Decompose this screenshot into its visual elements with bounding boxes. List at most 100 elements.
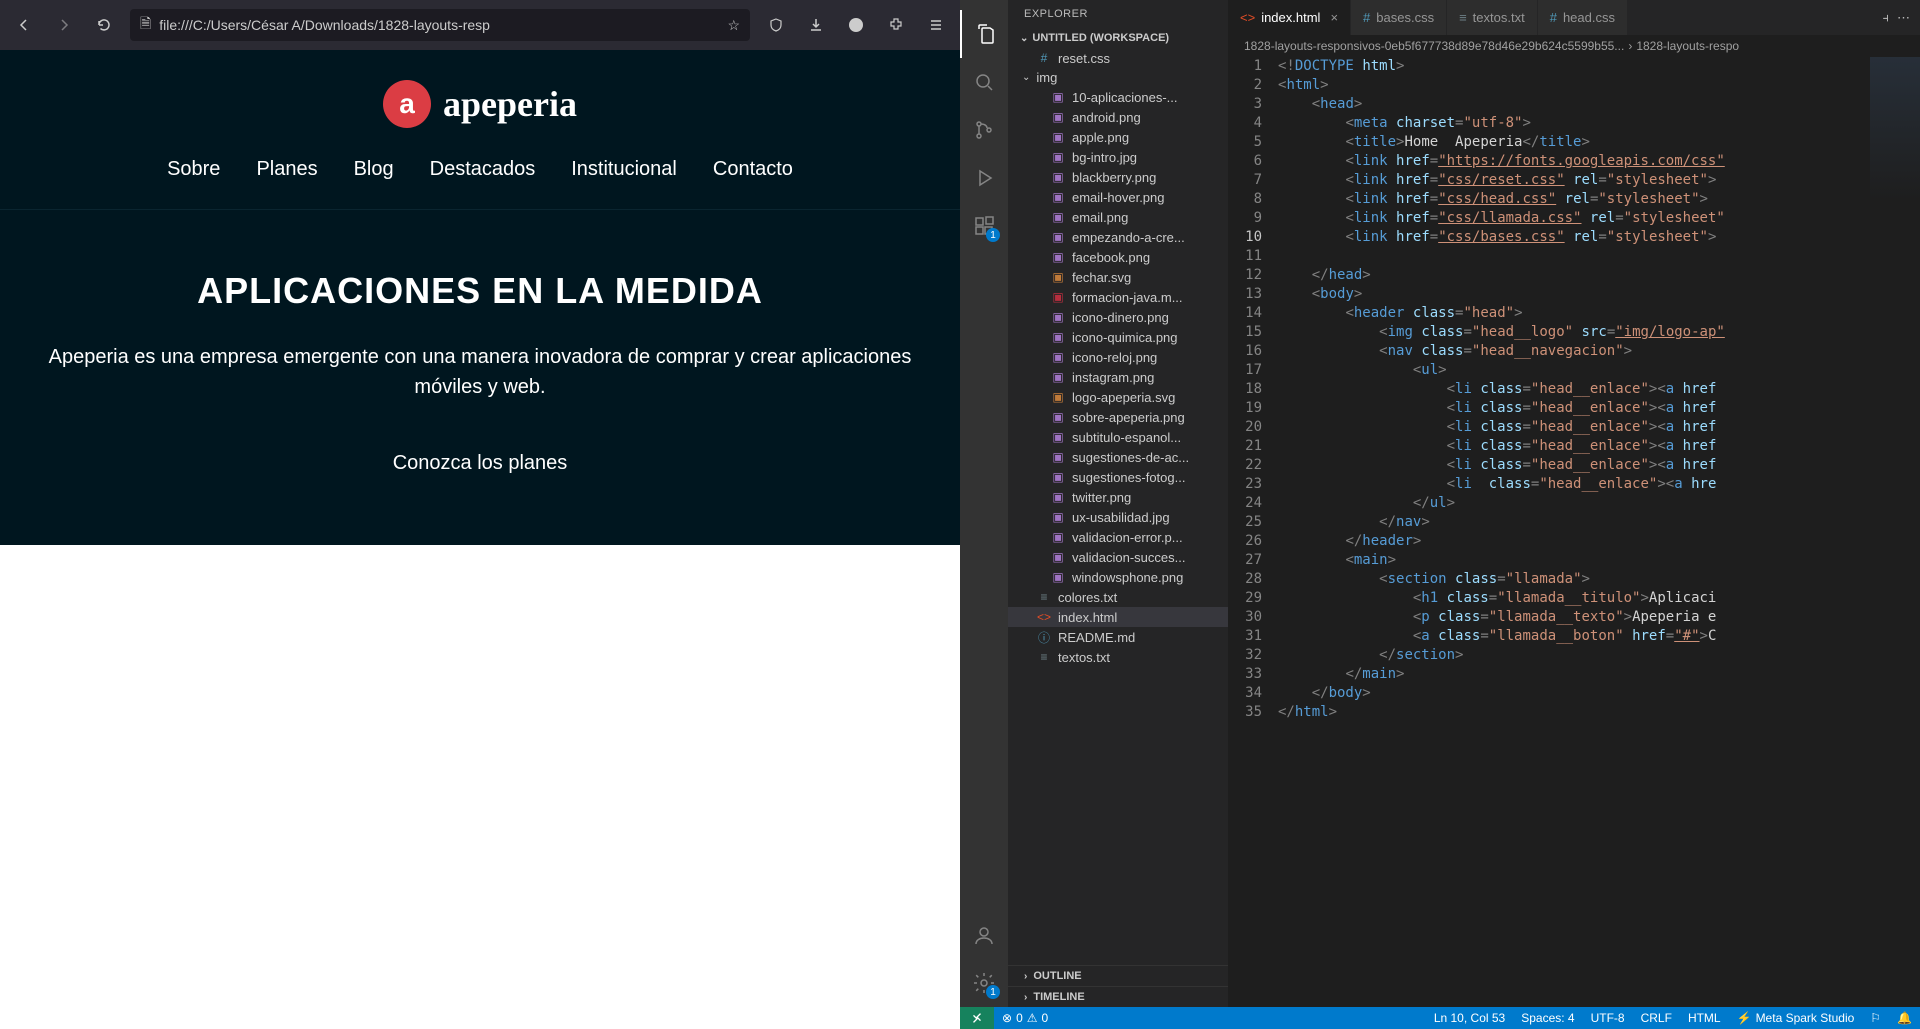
file-item[interactable]: ▣icono-reloj.png: [1008, 347, 1228, 367]
site-header: a apeperia Sobre Planes Blog Destacados …: [0, 50, 960, 209]
editor-area: <>index.html×#bases.css≡textos.txt#head.…: [1228, 0, 1920, 1007]
activity-bar: 1 1: [960, 0, 1008, 1007]
nav-link[interactable]: Planes: [256, 158, 317, 181]
file-item[interactable]: #reset.css: [1008, 48, 1228, 68]
sidebar: EXPLORER ⌄UNTITLED (WORKSPACE) #reset.cs…: [1008, 0, 1228, 1007]
folder-item[interactable]: ⌄img: [1008, 68, 1228, 87]
remote-icon[interactable]: [960, 1007, 994, 1029]
code-area[interactable]: 1234567891011121314151617181920212223242…: [1228, 57, 1920, 1007]
browser-content: a apeperia Sobre Planes Blog Destacados …: [0, 50, 960, 1029]
file-item[interactable]: ▣icono-dinero.png: [1008, 307, 1228, 327]
timeline-section[interactable]: ›TIMELINE: [1008, 986, 1228, 1007]
settings-badge: 1: [986, 985, 1000, 999]
site-nav: Sobre Planes Blog Destacados Institucion…: [0, 158, 960, 181]
explorer-icon[interactable]: [960, 10, 1008, 58]
forward-button[interactable]: [50, 11, 78, 39]
file-item[interactable]: ▣apple.png: [1008, 127, 1228, 147]
logo: a apeperia: [0, 80, 960, 128]
browser-window: 🗎 file:///C:/Users/César A/Downloads/182…: [0, 0, 960, 1029]
back-button[interactable]: [10, 11, 38, 39]
hero-title: APLICACIONES EN LA MEDIDA: [20, 270, 940, 312]
file-item[interactable]: ▣email-hover.png: [1008, 187, 1228, 207]
browser-toolbar: 🗎 file:///C:/Users/César A/Downloads/182…: [0, 0, 960, 50]
tab[interactable]: #bases.css: [1351, 0, 1447, 35]
file-item[interactable]: ▣formacion-java.m...: [1008, 287, 1228, 307]
tab[interactable]: <>index.html×: [1228, 0, 1351, 35]
workspace-header[interactable]: ⌄UNTITLED (WORKSPACE): [1008, 28, 1228, 48]
url-text: file:///C:/Users/César A/Downloads/1828-…: [159, 17, 719, 33]
file-item[interactable]: <>index.html: [1008, 607, 1228, 627]
cursor-pos[interactable]: Ln 10, Col 53: [1426, 1007, 1513, 1029]
nav-link[interactable]: Destacados: [430, 158, 536, 181]
minimap[interactable]: [1870, 57, 1920, 237]
debug-icon[interactable]: [960, 154, 1008, 202]
file-item[interactable]: ▣ux-usabilidad.jpg: [1008, 507, 1228, 527]
file-item[interactable]: ▣icono-quimica.png: [1008, 327, 1228, 347]
split-icon[interactable]: ⫞: [1883, 10, 1890, 26]
file-item[interactable]: ▣twitter.png: [1008, 487, 1228, 507]
feedback-icon[interactable]: ⚐: [1862, 1007, 1889, 1029]
breadcrumb[interactable]: 1828-layouts-responsivos-0eb5f677738d89e…: [1228, 35, 1920, 57]
account-icon[interactable]: [842, 11, 870, 39]
lang[interactable]: HTML: [1680, 1007, 1729, 1029]
file-item[interactable]: ▣blackberry.png: [1008, 167, 1228, 187]
file-item[interactable]: ▣fechar.svg: [1008, 267, 1228, 287]
indent[interactable]: Spaces: 4: [1513, 1007, 1582, 1029]
logo-mark: a: [383, 80, 431, 128]
meta-ext[interactable]: ⚡Meta Spark Studio: [1729, 1007, 1863, 1029]
file-item[interactable]: ▣windowsphone.png: [1008, 567, 1228, 587]
file-item[interactable]: ≡textos.txt: [1008, 647, 1228, 667]
logo-text: apeperia: [443, 83, 577, 125]
bell-icon[interactable]: 🔔: [1889, 1007, 1920, 1029]
tab-actions: ⫞ ⋯: [1873, 0, 1920, 35]
file-item[interactable]: ▣validacion-error.p...: [1008, 527, 1228, 547]
ext-badge: 1: [986, 228, 1000, 242]
file-item[interactable]: ▣instagram.png: [1008, 367, 1228, 387]
encoding[interactable]: UTF-8: [1583, 1007, 1633, 1029]
menu-icon[interactable]: [922, 11, 950, 39]
file-item[interactable]: ▣bg-intro.jpg: [1008, 147, 1228, 167]
nav-link[interactable]: Blog: [354, 158, 394, 181]
extensions-activity-icon[interactable]: 1: [960, 202, 1008, 250]
file-item[interactable]: ≡colores.txt: [1008, 587, 1228, 607]
close-icon[interactable]: ×: [1330, 10, 1338, 25]
file-item[interactable]: ▣facebook.png: [1008, 247, 1228, 267]
scm-icon[interactable]: [960, 106, 1008, 154]
nav-link[interactable]: Contacto: [713, 158, 793, 181]
file-item[interactable]: ▣android.png: [1008, 107, 1228, 127]
hero-cta[interactable]: Conozca los planes: [393, 452, 568, 475]
tabs: <>index.html×#bases.css≡textos.txt#head.…: [1228, 0, 1920, 35]
reload-button[interactable]: [90, 11, 118, 39]
file-item[interactable]: ▣subtitulo-espanol...: [1008, 427, 1228, 447]
file-item[interactable]: ▣sugestiones-de-ac...: [1008, 447, 1228, 467]
file-item[interactable]: ▣10-aplicaciones-...: [1008, 87, 1228, 107]
problems[interactable]: ⊗0⚠0: [994, 1007, 1056, 1029]
file-item[interactable]: ▣email.png: [1008, 207, 1228, 227]
tab[interactable]: ≡textos.txt: [1447, 0, 1538, 35]
tab[interactable]: #head.css: [1538, 0, 1628, 35]
extensions-icon[interactable]: [882, 11, 910, 39]
file-item[interactable]: ▣validacion-succes...: [1008, 547, 1228, 567]
shield-icon[interactable]: [762, 11, 790, 39]
file-item[interactable]: ▣empezando-a-cre...: [1008, 227, 1228, 247]
star-icon[interactable]: ☆: [727, 17, 740, 34]
settings-activity-icon[interactable]: 1: [960, 959, 1008, 1007]
file-item[interactable]: ▣sobre-apeperia.png: [1008, 407, 1228, 427]
outline-section[interactable]: ›OUTLINE: [1008, 965, 1228, 986]
file-item[interactable]: ▣logo-apeperia.svg: [1008, 387, 1228, 407]
file-item[interactable]: ⓘREADME.md: [1008, 627, 1228, 647]
nav-link[interactable]: Sobre: [167, 158, 220, 181]
file-item[interactable]: ▣sugestiones-fotog...: [1008, 467, 1228, 487]
file-icon: 🗎: [140, 13, 151, 37]
more-icon[interactable]: ⋯: [1897, 10, 1910, 26]
search-icon[interactable]: [960, 58, 1008, 106]
url-bar[interactable]: 🗎 file:///C:/Users/César A/Downloads/182…: [130, 9, 750, 41]
eol[interactable]: CRLF: [1633, 1007, 1680, 1029]
account-activity-icon[interactable]: [960, 911, 1008, 959]
nav-link[interactable]: Institucional: [571, 158, 677, 181]
file-tree: #reset.css ⌄img ▣10-aplicaciones-...▣and…: [1008, 48, 1228, 965]
download-icon[interactable]: [802, 11, 830, 39]
status-bar: ⊗0⚠0 Ln 10, Col 53 Spaces: 4 UTF-8 CRLF …: [960, 1007, 1920, 1029]
hero-text: Apeperia es una empresa emergente con un…: [20, 342, 940, 402]
hero: APLICACIONES EN LA MEDIDA Apeperia es un…: [0, 209, 960, 545]
